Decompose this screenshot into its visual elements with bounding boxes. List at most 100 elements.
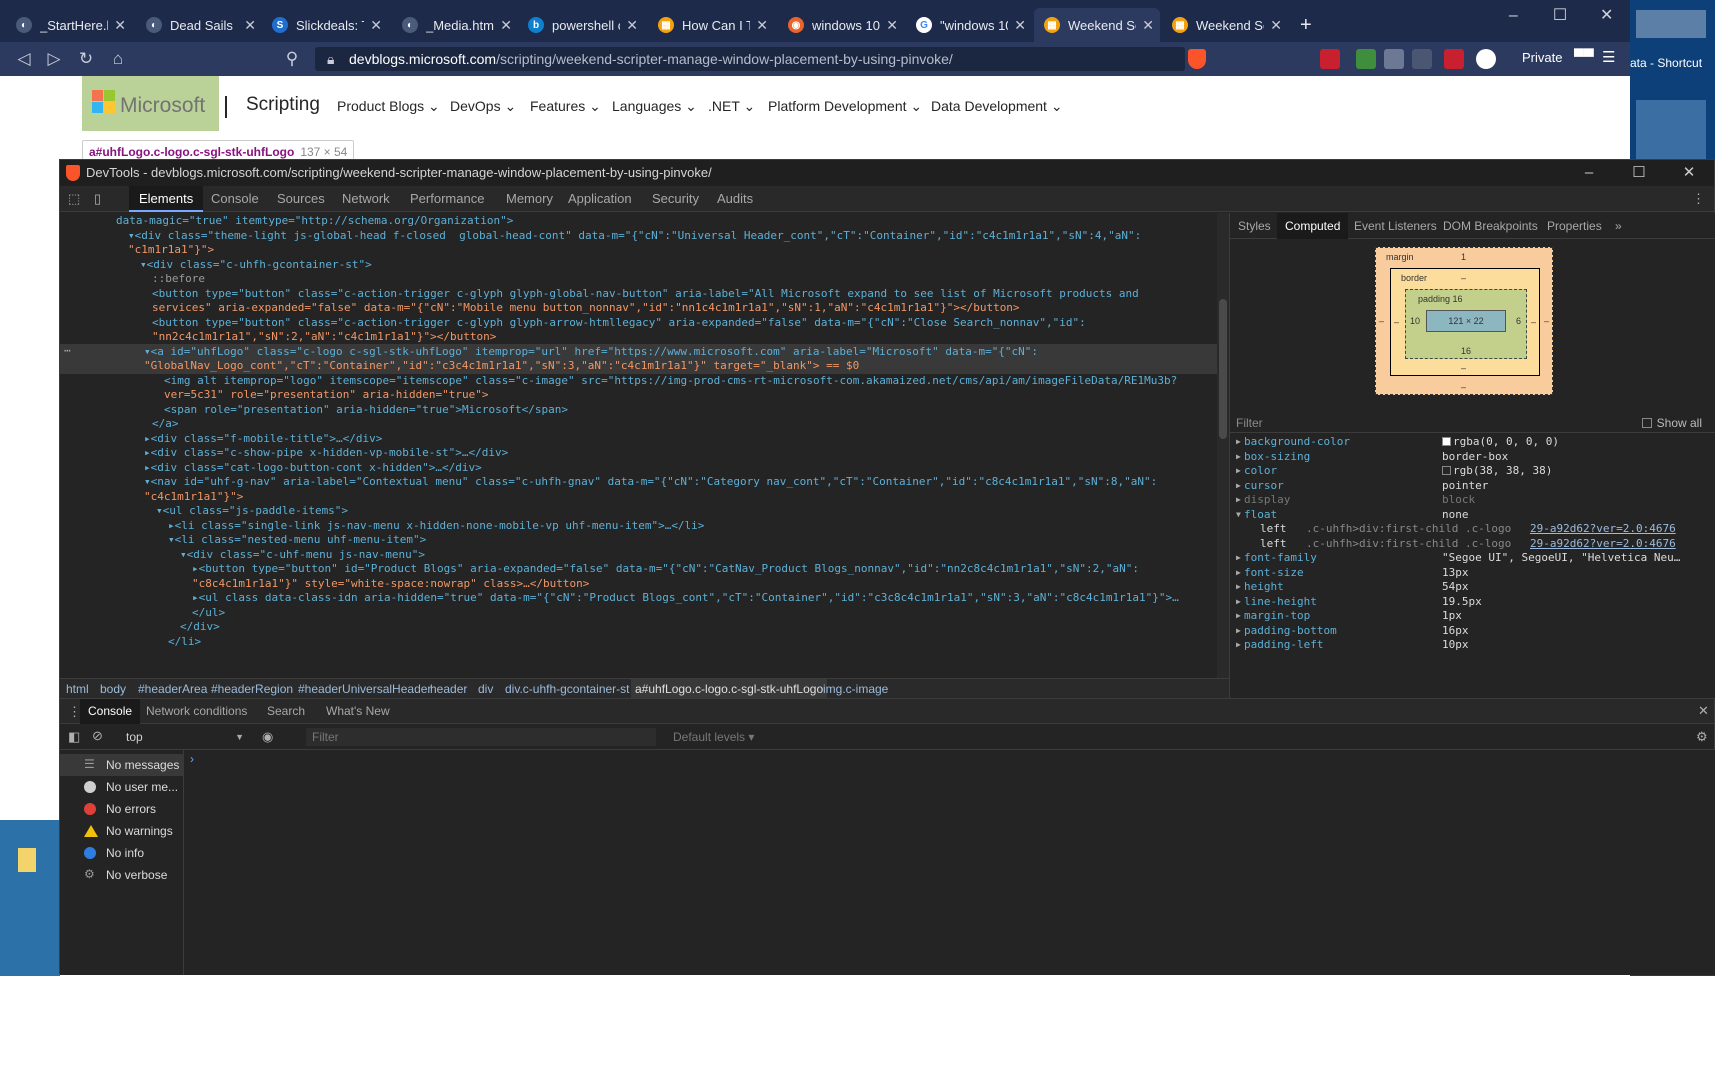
breadcrumb-item[interactable]: div.c-uhfh-gcontainer-st [505,679,630,698]
dom-node-line[interactable]: "c4c1m1r1a1"}"> [60,489,1217,505]
computed-property[interactable]: ▶ font-family "Segoe UI", SegoeUI, "Helvet… [1230,551,1715,566]
computed-rule[interactable]: left .c-uhfh>div:first-child .c-logo 29-a9… [1230,522,1715,537]
console-prompt[interactable]: › [190,752,194,766]
dom-node-line[interactable]: "c1m1r1a1"}"> [60,242,1217,258]
minimize-icon[interactable]: – [1564,160,1614,186]
devtools-tab-application[interactable]: Application [568,186,632,212]
devtools-tab-performance[interactable]: Performance [410,186,484,212]
devtools-tab-elements[interactable]: Elements [129,186,204,212]
maximize-icon[interactable]: ☐ [1614,160,1664,186]
computed-property[interactable]: ▶ line-height 19.5px [1230,595,1715,610]
dom-node-line[interactable]: <img alt itemprop="logo" itemscope="item… [60,373,1217,389]
sidebar-toggle-icon[interactable]: ◧ [68,729,80,745]
page-nav-item[interactable]: Languages ⌄ [612,98,697,115]
dom-node-line[interactable]: <button type="button" class="c-action-tr… [60,315,1217,331]
context-selector[interactable]: top ▼ [118,728,248,746]
clear-console-icon[interactable]: ⊘ [92,728,103,744]
collapsed-triangle-icon[interactable]: ▶ [1236,580,1241,595]
close-tab-icon[interactable]: ✕ [626,17,638,34]
dom-node-line[interactable]: ▾<li class="nested-menu uhf-menu-item"> [60,532,1217,548]
console-output[interactable]: › [184,750,1715,975]
computed-property[interactable]: ▶ padding-left 10px [1230,638,1715,653]
address-bar[interactable]: 🔒︎ devblogs.microsoft.com/scripting/week… [315,47,1185,71]
message-filter-gear[interactable]: ⚙ No verbose [60,864,184,886]
collapsed-triangle-icon[interactable]: ▶ [1236,435,1241,450]
close-drawer-icon[interactable]: ✕ [1698,703,1709,719]
computed-property[interactable]: ▶ cursor pointer [1230,479,1715,494]
maximize-icon[interactable]: ☐ [1537,0,1584,32]
dom-node-line[interactable]: </div> [60,619,1217,635]
log-levels-dropdown[interactable]: Default levels ▾ [673,728,754,746]
browser-tab[interactable]: ◉ windows 10 "scr ✕ [778,8,904,42]
microsoft-logo-text[interactable]: Microsoft [120,94,205,118]
computed-property[interactable]: ▶ box-sizing border-box [1230,450,1715,465]
dom-node-line[interactable]: ver=5c31" role="presentation" aria-hidde… [60,387,1217,403]
more-options-icon[interactable]: ⋮ [1692,191,1705,207]
computed-property[interactable]: ▶ background-color rgba(0, 0, 0, 0) [1230,435,1715,450]
close-tab-icon[interactable]: ✕ [1142,17,1154,34]
console-filter-input[interactable]: Filter [306,728,656,746]
breadcrumb-item[interactable]: html [66,679,89,698]
close-icon[interactable]: ✕ [1583,0,1630,32]
browser-tab[interactable]: G "windows 10" "s ✕ [906,8,1032,42]
forward-icon[interactable]: ▷ [44,49,64,69]
browser-tab[interactable]: ◐ Dead Sails ✕ [136,8,262,42]
message-filter-info[interactable]: No info [60,842,184,864]
dom-node-line[interactable]: ▸<div class="c-show-pipe x-hidden-vp-mob… [60,445,1217,461]
site-title[interactable]: Scripting [246,94,320,116]
dom-node-line[interactable]: <span role="presentation" aria-hidden="t… [60,402,1217,418]
dom-node-line[interactable]: ▸<button type="button" id="Product Blogs… [60,561,1217,577]
breadcrumb-item[interactable]: #headerRegion [211,679,293,698]
devtools-tab-console[interactable]: Console [211,186,259,212]
computed-property[interactable]: ▶ margin-top 1px [1230,609,1715,624]
color-swatch-icon[interactable] [1442,437,1451,446]
sidebar-tab[interactable]: Event Listeners [1354,213,1437,239]
collapsed-triangle-icon[interactable]: ▶ [1236,479,1241,494]
breadcrumb-item[interactable]: img.c-image [823,679,888,698]
dom-node-line[interactable]: </ul> [60,605,1217,621]
minimize-icon[interactable]: – [1490,0,1537,32]
dom-node-line[interactable]: ▸<div class="f-mobile-title">…</div> [60,431,1217,447]
computed-property[interactable]: ▶ padding-bottom 16px [1230,624,1715,639]
message-filter-list[interactable]: ☰ No messages [60,754,184,776]
rule-source-link[interactable]: 29-a92d62?ver=2.0:4676 [1530,522,1676,537]
show-all-checkbox[interactable]: Show all [1641,413,1702,433]
collapsed-triangle-icon[interactable]: ▶ [1236,638,1241,653]
computed-rule[interactable]: left .c-uhfh>div:first-child .c-logo 29-a9… [1230,537,1715,552]
back-icon[interactable]: ◁ [14,49,34,69]
browser-tab[interactable]: ▦ Weekend Script ✕ [1162,8,1288,42]
tabs-extension-icon[interactable] [1412,49,1432,69]
dom-node-line[interactable]: "GlobalNav_Logo_cont","cT":"Container","… [60,358,1217,374]
device-toolbar-icon[interactable]: ▯ [94,191,101,207]
expanded-triangle-icon[interactable]: ▼ [1236,508,1241,523]
scrollbar-thumb[interactable] [1219,299,1227,439]
scrollbar[interactable] [1217,213,1229,678]
browser-tab[interactable]: S Slickdeals: The B ✕ [262,8,388,42]
devtools-tab-network[interactable]: Network [342,186,390,212]
drawer-tab[interactable]: Network conditions [146,699,247,724]
close-tab-icon[interactable]: ✕ [1270,17,1282,34]
computed-property[interactable]: ▶ color rgb(38, 38, 38) [1230,464,1715,479]
close-tab-icon[interactable]: ✕ [370,17,382,34]
message-filter-error[interactable]: No errors [60,798,184,820]
page-nav-item[interactable]: Features ⌄ [530,98,601,115]
new-tab-button[interactable]: + [1290,8,1320,42]
bookmark-icon[interactable]: ⚲ [282,49,302,69]
close-tab-icon[interactable]: ✕ [244,17,256,34]
devtools-tab-security[interactable]: Security [652,186,699,212]
devtools-tab-memory[interactable]: Memory [506,186,553,212]
close-tab-icon[interactable]: ✕ [886,17,898,34]
dom-node-line[interactable]: ▾<a id="uhfLogo" class="c-logo c-sgl-stk… [60,343,1217,360]
breadcrumb-item[interactable]: header [430,679,467,698]
message-filter-user[interactable]: No user me... [60,776,184,798]
dom-node-line[interactable]: ▾<div class="theme-light js-global-head … [60,228,1217,244]
menu-icon[interactable]: ☰ [1602,48,1615,66]
sidebar-tab[interactable]: Properties [1547,213,1602,239]
selected-node-ellipsis-icon[interactable]: ⋯ [64,344,71,357]
message-filter-warning[interactable]: No warnings [60,820,184,842]
dom-node-line[interactable]: ▾<nav id="uhf-g-nav" aria-label="Context… [60,474,1217,490]
drawer-tab[interactable]: Search [267,699,305,724]
collapsed-triangle-icon[interactable]: ▶ [1236,595,1241,610]
page-nav-item[interactable]: Platform Development ⌄ [768,98,922,115]
breadcrumb-item[interactable]: body [100,679,126,698]
